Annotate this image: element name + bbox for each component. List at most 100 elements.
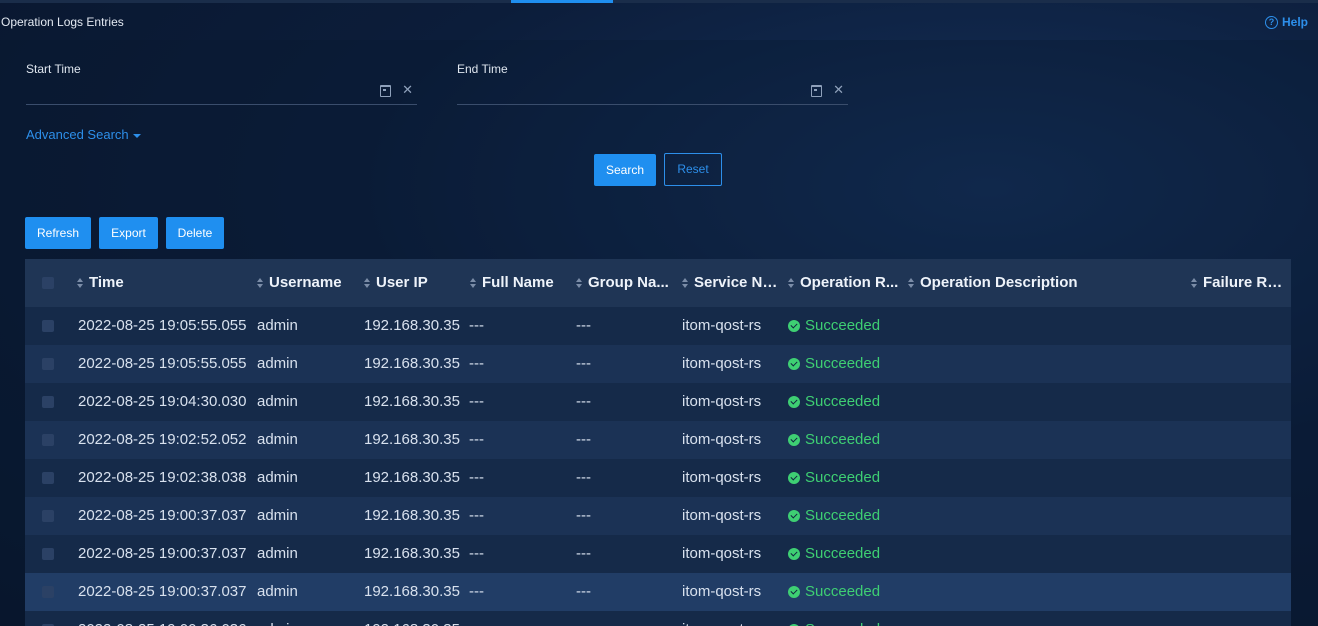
cell-group-name: --- — [576, 469, 591, 486]
cell-username: admin — [257, 431, 298, 448]
row-checkbox[interactable] — [42, 472, 54, 484]
cell-user-ip: 192.168.30.35 — [364, 431, 460, 448]
cell-operation-result: Succeeded — [788, 611, 880, 626]
clear-icon[interactable]: ✕ — [833, 82, 844, 98]
cell-time: 2022-08-25 19:00:37.037 — [78, 507, 247, 524]
sort-icon[interactable] — [1191, 278, 1198, 288]
table-header: Time Username User IP Full Name Group Na… — [25, 259, 1291, 307]
cell-time: 2022-08-25 19:05:55.055 — [78, 317, 247, 334]
delete-button[interactable]: Delete — [166, 217, 224, 249]
cell-user-ip: 192.168.30.35 — [364, 469, 460, 486]
active-tab-indicator — [511, 0, 613, 3]
cell-full-name: --- — [469, 317, 484, 334]
cell-operation-result: Succeeded — [788, 383, 880, 421]
column-header-full-name[interactable]: Full Name — [470, 259, 568, 307]
end-time-label: End Time — [457, 62, 508, 76]
advanced-search-label: Advanced Search — [26, 127, 129, 142]
end-time-field[interactable]: ✕ — [457, 80, 848, 105]
table-row[interactable]: 2022-08-25 19:00:37.037 admin 192.168.30.3… — [25, 573, 1291, 611]
row-checkbox[interactable] — [42, 358, 54, 370]
cell-user-ip: 192.168.30.35 — [364, 317, 460, 334]
cell-service-name: itom-qost-rs — [682, 611, 761, 626]
cell-service-name: itom-qost-rs — [682, 393, 762, 410]
calendar-icon[interactable] — [380, 85, 391, 97]
cell-service-name: itom-qost-rs — [682, 583, 762, 600]
page-header: Operation Logs Entries ? Help — [0, 4, 1318, 40]
table-row[interactable]: 2022-08-25 19:00:36.036 admin 192.168.30.3… — [25, 611, 1291, 626]
row-checkbox[interactable] — [42, 586, 54, 598]
cell-time: 2022-08-25 19:00:36.036 — [78, 611, 246, 626]
export-button[interactable]: Export — [99, 217, 158, 249]
page-title: Operation Logs Entries — [1, 15, 124, 29]
start-time-field[interactable]: ✕ — [26, 80, 417, 105]
cell-group-name: --- — [576, 393, 591, 410]
cell-operation-result: Succeeded — [788, 421, 880, 459]
cell-full-name: --- — [469, 507, 484, 524]
table-row[interactable]: 2022-08-25 19:05:55.055 admin 192.168.30.3… — [25, 307, 1291, 345]
table-row[interactable]: 2022-08-25 19:02:38.038 admin 192.168.30.3… — [25, 459, 1291, 497]
cell-user-ip: 192.168.30.35 — [364, 545, 460, 562]
table-row[interactable]: 2022-08-25 19:02:52.052 admin 192.168.30.3… — [25, 421, 1291, 459]
cell-operation-result: Succeeded — [788, 573, 880, 611]
row-checkbox[interactable] — [42, 396, 54, 408]
cell-time: 2022-08-25 19:00:37.037 — [78, 545, 247, 562]
calendar-icon[interactable] — [811, 85, 822, 97]
cell-time: 2022-08-25 19:02:38.038 — [78, 469, 247, 486]
cell-time: 2022-08-25 19:00:37.037 — [78, 583, 247, 600]
cell-group-name: --- — [576, 583, 591, 600]
table-row[interactable]: 2022-08-25 19:04:30.030 admin 192.168.30.3… — [25, 383, 1291, 421]
cell-username: admin — [257, 355, 298, 372]
sort-icon[interactable] — [908, 278, 915, 288]
refresh-button[interactable]: Refresh — [25, 217, 91, 249]
cell-time: 2022-08-25 19:04:30.030 — [78, 393, 247, 410]
row-checkbox[interactable] — [42, 548, 54, 560]
cell-full-name: --- — [469, 393, 484, 410]
column-header-operation-result[interactable]: Operation R... — [788, 259, 900, 307]
row-checkbox[interactable] — [42, 510, 54, 522]
cell-operation-result: Succeeded — [788, 459, 880, 497]
table-row[interactable]: 2022-08-25 19:00:37.037 admin 192.168.30.3… — [25, 535, 1291, 573]
search-button[interactable]: Search — [594, 154, 656, 186]
cell-time: 2022-08-25 19:02:52.052 — [78, 431, 247, 448]
help-circle-icon: ? — [1264, 15, 1278, 29]
cell-group-name: --- — [576, 431, 591, 448]
help-link[interactable]: ? Help — [1264, 15, 1308, 29]
cell-username: admin — [257, 469, 298, 486]
reset-button[interactable]: Reset — [664, 153, 722, 186]
cell-full-name: --- — [469, 469, 484, 486]
cell-username: admin — [257, 317, 298, 334]
sort-icon[interactable] — [470, 278, 477, 288]
start-time-label: Start Time — [26, 62, 81, 76]
sort-icon[interactable] — [682, 278, 689, 288]
cell-username: admin — [257, 545, 298, 562]
sort-icon[interactable] — [788, 278, 795, 288]
table-row[interactable]: 2022-08-25 19:00:37.037 admin 192.168.30.3… — [25, 497, 1291, 535]
column-header-time[interactable]: Time — [77, 259, 247, 307]
clear-icon[interactable]: ✕ — [402, 82, 413, 98]
caret-down-icon — [132, 134, 141, 138]
column-header-user-ip[interactable]: User IP — [364, 259, 462, 307]
column-header-username[interactable]: Username — [257, 259, 355, 307]
column-header-operation-description[interactable]: Operation Description — [908, 259, 1178, 307]
advanced-search-toggle[interactable]: Advanced Search — [26, 127, 141, 142]
column-header-group-name[interactable]: Group Na... — [576, 259, 674, 307]
row-checkbox[interactable] — [42, 434, 54, 446]
cell-operation-result: Succeeded — [788, 345, 880, 383]
table-row[interactable]: 2022-08-25 19:05:55.055 admin 192.168.30.3… — [25, 345, 1291, 383]
cell-full-name: --- — [469, 355, 484, 372]
row-checkbox[interactable] — [42, 320, 54, 332]
check-circle-icon — [788, 358, 800, 370]
sort-icon[interactable] — [576, 278, 583, 288]
sort-icon[interactable] — [257, 278, 264, 288]
cell-full-name: --- — [469, 431, 484, 448]
sort-icon[interactable] — [77, 278, 84, 288]
cell-group-name: --- — [576, 355, 591, 372]
sort-icon[interactable] — [364, 278, 371, 288]
cell-username: admin — [257, 611, 298, 626]
select-all-checkbox[interactable] — [42, 277, 54, 289]
cell-service-name: itom-qost-rs — [682, 317, 762, 334]
column-header-failure-reason[interactable]: Failure Re... — [1191, 259, 1287, 307]
cell-user-ip: 192.168.30.35 — [364, 355, 460, 372]
cell-user-ip: 192.168.30.35 — [364, 583, 460, 600]
column-header-service-name[interactable]: Service Na... — [682, 259, 782, 307]
